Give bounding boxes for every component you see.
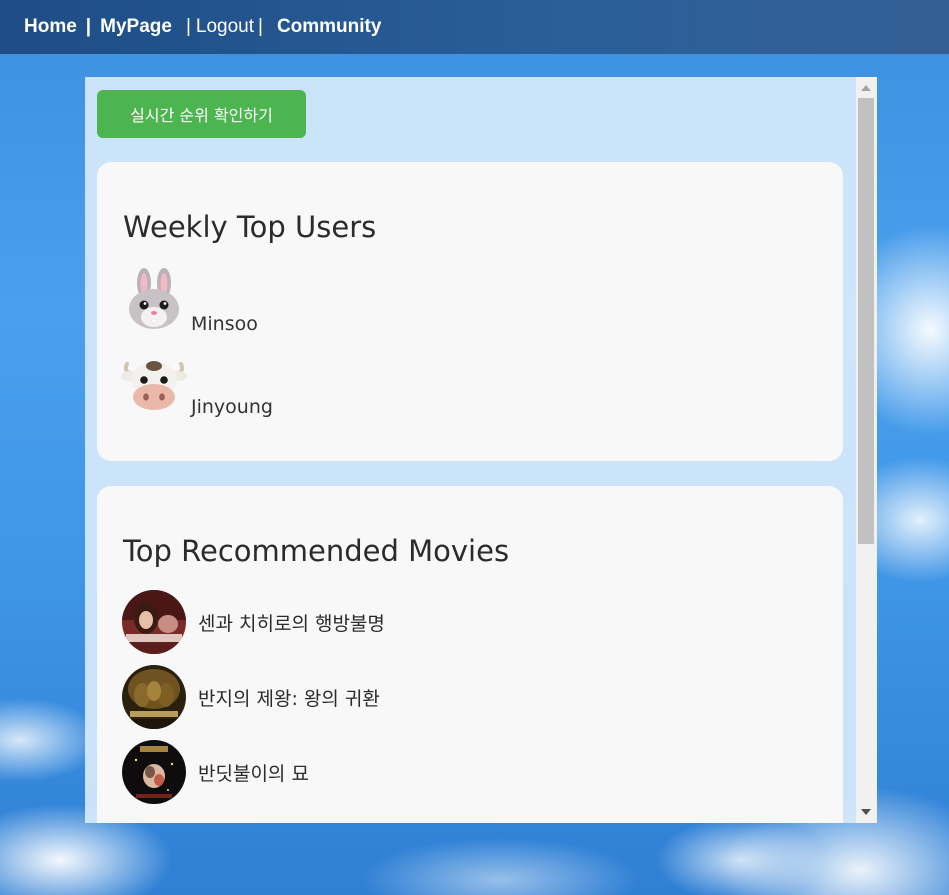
movie-list-item[interactable]: 센과 치히로의 행방불명	[122, 590, 622, 654]
realtime-rank-button[interactable]: 실시간 순위 확인하기	[97, 90, 306, 138]
user-name: Jinyoung	[191, 396, 273, 418]
scroll-down-arrow-icon[interactable]	[861, 809, 871, 815]
top-movies-title: Top Recommended Movies	[123, 534, 510, 568]
top-recommended-movies-card: Top Recommended Movies 센과 치히로의 행방불명 반지의 …	[97, 486, 843, 823]
movie-title: 반딧불이의 묘	[198, 763, 309, 785]
weekly-top-users-card: Weekly Top Users Minsoo Jinyoung	[97, 162, 843, 461]
nav-community-link[interactable]: Community	[277, 16, 382, 38]
nav-separator: |	[185, 16, 191, 37]
weekly-top-users-title: Weekly Top Users	[123, 210, 377, 244]
nav-separator: |	[258, 16, 263, 37]
lotr-return-of-the-king-poster	[122, 665, 186, 729]
scroll-up-arrow-icon[interactable]	[861, 85, 871, 91]
rabbit-face-icon	[129, 268, 179, 329]
user-list-item[interactable]: Minsoo	[121, 267, 421, 337]
scrollbar-thumb[interactable]	[858, 98, 874, 544]
grave-of-the-fireflies-poster	[122, 740, 186, 804]
panel-scrollbar[interactable]	[856, 77, 877, 823]
movie-title: 센과 치히로의 행방불명	[198, 613, 385, 635]
movie-title: 반지의 제왕: 왕의 귀환	[198, 688, 380, 710]
nav-mypage-link[interactable]: MyPage	[100, 16, 172, 38]
user-name: Minsoo	[191, 313, 258, 335]
user-list-item[interactable]: Jinyoung	[121, 350, 421, 420]
top-nav-bar: Home | MyPage | Logout | Community	[0, 0, 949, 54]
nav-logout-link[interactable]: Logout	[196, 16, 254, 38]
movie-list-item[interactable]: 반딧불이의 묘	[122, 740, 622, 804]
nav-home-link[interactable]: Home	[24, 16, 77, 38]
nav-separator: |	[85, 16, 92, 37]
cow-face-icon	[121, 361, 187, 410]
spirited-away-poster	[122, 590, 186, 654]
main-panel: 실시간 순위 확인하기 Weekly Top Users Minsoo Jiny…	[85, 77, 877, 823]
movie-list-item[interactable]: 반지의 제왕: 왕의 귀환	[122, 665, 622, 729]
